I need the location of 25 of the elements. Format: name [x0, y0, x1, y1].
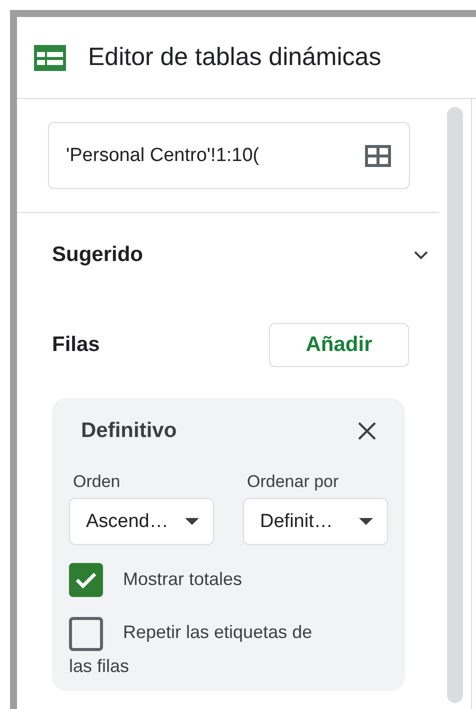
scrollbar[interactable] [447, 107, 463, 703]
section-heading[interactable]: Sugerido [52, 243, 144, 267]
dropdown-label: Ordenar por [246, 472, 340, 492]
range-value: 'Personal Centro'!1:10( [66, 144, 260, 166]
caret-icon [185, 518, 199, 525]
dropdown[interactable]: Ascend… [69, 498, 214, 545]
dropdown-value: Ascend… [86, 510, 168, 532]
checkbox[interactable] [69, 563, 103, 598]
checkbox[interactable] [69, 616, 103, 650]
add-button[interactable]: Añadir [269, 323, 409, 367]
checkbox-label: las filas [69, 654, 130, 678]
range-field[interactable]: 'Personal Centro'!1:10( [48, 122, 410, 189]
grid-icon[interactable] [365, 144, 391, 166]
checkbox-label: Mostrar totales [123, 569, 242, 589]
close-icon[interactable] [358, 422, 376, 440]
dropdown-label: Orden [72, 472, 122, 492]
section-heading: Filas [52, 333, 100, 357]
panel-title: Editor de tablas dinámicas [88, 43, 382, 72]
chevron-icon[interactable] [413, 250, 429, 260]
dropdown[interactable]: Definit… [243, 498, 388, 545]
spreadsheet-icon [34, 44, 66, 70]
dropdown-value: Definit… [260, 510, 333, 532]
checkbox-label: Repetir las etiquetas de [123, 622, 312, 642]
caret-icon [359, 518, 373, 525]
card-title: Definitivo [81, 419, 177, 443]
